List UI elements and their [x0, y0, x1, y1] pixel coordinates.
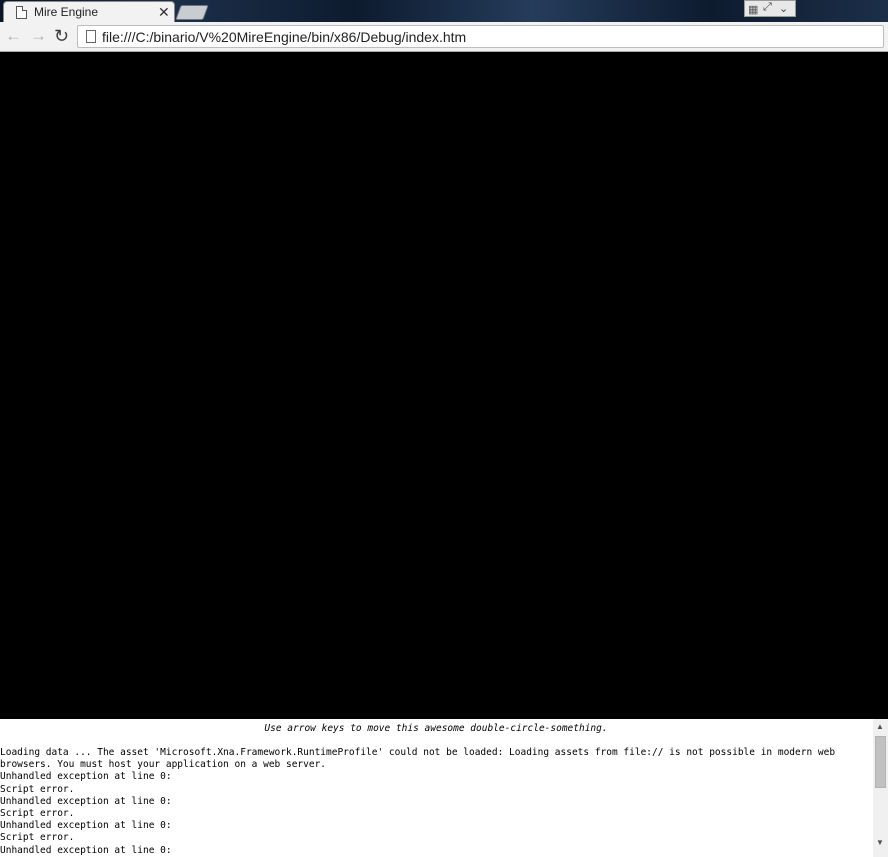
back-button[interactable]: ←: [5, 26, 22, 46]
log-area: Loading data ... The asset 'Microsoft.Xn…: [0, 747, 872, 857]
tab-strip: Mire Engine ✕ ▦ ⤢ ⌄: [0, 0, 888, 22]
browser-toolbar: ← → ↻ file:///C:/binario/V%20MireEngine/…: [0, 22, 888, 52]
instructions-text: Use arrow keys to move this awesome doub…: [264, 723, 608, 734]
new-tab-button[interactable]: [175, 5, 209, 20]
url-text[interactable]: file:///C:/binario/V%20MireEngine/bin/x8…: [102, 29, 466, 45]
log-line: Unhandled exception at line 0:: [0, 795, 172, 807]
scroll-up-icon[interactable]: ▲: [876, 723, 884, 731]
log-line: browsers. You must host your application…: [0, 759, 327, 771]
window-controls: ▦ ⤢ ⌄: [744, 0, 796, 17]
console-output: Use arrow keys to move this awesome doub…: [0, 719, 888, 857]
page-icon: [16, 6, 27, 19]
game-canvas[interactable]: [0, 52, 888, 719]
log-line: Script error.: [0, 808, 75, 820]
scrollbar-thumb[interactable]: [875, 736, 886, 788]
vertical-scrollbar[interactable]: ▲ ▼: [873, 719, 888, 857]
log-line: Loading data ... The asset 'Microsoft.Xn…: [0, 747, 836, 758]
forward-button[interactable]: →: [30, 26, 47, 46]
log-line: Unhandled exception at line 0:: [0, 820, 172, 832]
log-line: Unhandled exception at line 0:: [0, 771, 172, 783]
reload-button[interactable]: ↻: [54, 26, 69, 46]
browser-tab[interactable]: Mire Engine ✕: [3, 1, 175, 22]
grid-icon[interactable]: ▦: [748, 3, 758, 16]
scroll-down-icon[interactable]: ▼: [876, 839, 884, 847]
close-icon[interactable]: ✕: [158, 4, 170, 20]
log-line: Unhandled exception at line 0:: [0, 844, 172, 856]
log-line: Script error.: [0, 832, 75, 844]
page-icon: [86, 30, 96, 43]
expand-icon[interactable]: ⤢: [763, 1, 772, 14]
chevron-down-icon[interactable]: ⌄: [779, 2, 788, 15]
log-line: Script error.: [0, 783, 75, 795]
tab-title: Mire Engine: [34, 5, 99, 19]
address-bar[interactable]: file:///C:/binario/V%20MireEngine/bin/x8…: [77, 25, 884, 48]
